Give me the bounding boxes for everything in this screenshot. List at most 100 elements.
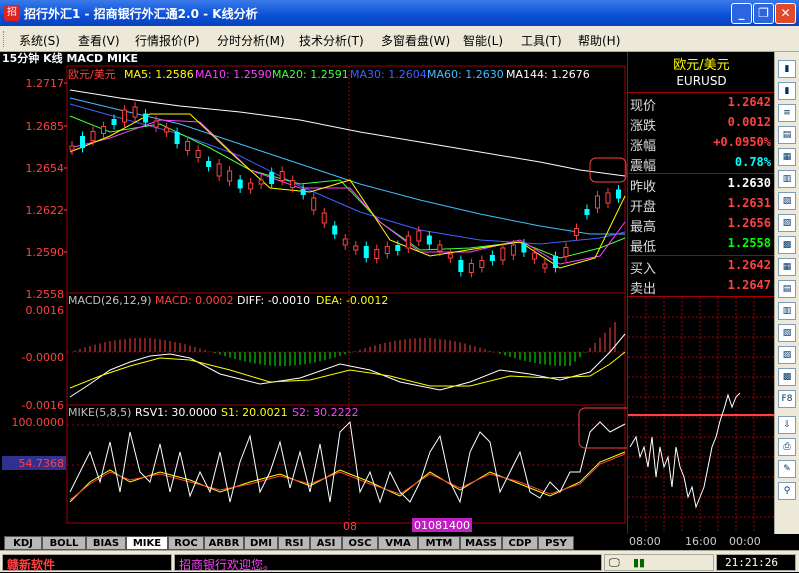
download-icon[interactable]: ⇩: [778, 416, 796, 434]
price-tick: 1.2622: [26, 204, 65, 217]
highlight-box-price: [589, 157, 627, 183]
toolbar-btn-2[interactable]: ▮: [778, 82, 796, 100]
toolbar-btn-f8[interactable]: F8: [778, 390, 796, 408]
tab-kdj[interactable]: KDJ: [4, 536, 42, 550]
toolbar-btn-8[interactable]: ▨: [778, 214, 796, 232]
quote-row-amplitude: 震幅 0.78%: [630, 155, 771, 174]
tab-mtm[interactable]: MTM: [418, 536, 460, 550]
ma20-label: MA20: 1.2591: [272, 68, 349, 81]
candle-body: [153, 120, 159, 128]
candle-body: [521, 243, 527, 253]
search-icon[interactable]: ⚲: [778, 482, 796, 500]
menu-technical[interactable]: 技术分析(T): [299, 32, 364, 49]
print-icon[interactable]: ⎙: [778, 438, 796, 456]
minimize-button[interactable]: _: [731, 3, 752, 24]
date-label: 08: [343, 520, 357, 533]
settings-icon[interactable]: ✎: [778, 460, 796, 478]
intraday-mini-chart[interactable]: [628, 297, 774, 533]
app-icon: 招: [4, 5, 20, 21]
tab-roc[interactable]: ROC: [168, 536, 204, 550]
toolbar-btn-12[interactable]: ▥: [778, 302, 796, 320]
monitor-icon[interactable]: 🖵: [609, 556, 620, 570]
menu-tools[interactable]: 工具(T): [521, 32, 562, 49]
ma144-label: MA144: 1.2676: [506, 68, 590, 81]
candle-body: [311, 197, 317, 211]
tab-rsi[interactable]: RSI: [278, 536, 310, 550]
quote-row-change-pct: 涨幅 +0.0950%: [630, 135, 771, 154]
toolbar-btn-4[interactable]: ▤: [778, 126, 796, 144]
rsv1-value: RSV1: 30.0000: [135, 406, 217, 419]
candle-body: [132, 106, 138, 118]
price-tick: 1.2685: [26, 120, 65, 133]
menu-multiwindow[interactable]: 多窗看盘(W): [381, 32, 450, 49]
candle-body: [605, 192, 611, 204]
window-title: 招行外汇1 - 招商银行外汇通2.0 - K线分析: [24, 7, 258, 21]
brand-pane: 赣新软件: [2, 554, 172, 572]
tab-vma[interactable]: VMA: [378, 536, 418, 550]
menu-intraday[interactable]: 分时分析(M): [217, 32, 285, 49]
toolbar-btn-9[interactable]: ▩: [778, 236, 796, 254]
menu-grip[interactable]: [3, 31, 6, 47]
candle-body: [615, 189, 621, 199]
toolbar-btn-7[interactable]: ▧: [778, 192, 796, 210]
clock-pane: 21:21:26: [716, 554, 796, 571]
quote-row-price: 现价 1.2642: [630, 95, 771, 114]
message-pane: 招商银行欢迎您。: [174, 554, 602, 572]
kline-chart-svg[interactable]: 15分钟 K线 MACD MIKE 欧元/美元 MA5: 1.2586 MA10…: [0, 52, 627, 534]
candle-body: [500, 247, 506, 261]
candle-body: [332, 225, 338, 235]
candle-body: [552, 256, 558, 268]
tab-psy[interactable]: PSY: [538, 536, 574, 550]
toolbar-btn-1[interactable]: ▮: [778, 60, 796, 78]
tab-osc[interactable]: OSC: [342, 536, 378, 550]
quote-row-bid: 买入 1.2642: [630, 258, 771, 277]
tab-arbr[interactable]: ARBR: [204, 536, 244, 550]
maximize-button[interactable]: ❐: [753, 3, 774, 24]
rsv1-line: [69, 420, 626, 504]
tab-mike[interactable]: MIKE: [126, 536, 168, 550]
candle-body: [353, 245, 359, 251]
toolbar-btn-5[interactable]: ▦: [778, 148, 796, 166]
menu-quotes[interactable]: 行情报价(P): [135, 32, 200, 49]
candle-body: [164, 127, 170, 133]
tab-mass[interactable]: MASS: [460, 536, 502, 550]
toolbar-btn-6[interactable]: ▥: [778, 170, 796, 188]
tab-asi[interactable]: ASI: [310, 536, 342, 550]
ma10-label: MA10: 1.2590: [195, 68, 272, 81]
menu-help[interactable]: 帮助(H): [578, 32, 620, 49]
highlight-box-mike: [578, 407, 627, 449]
price-tick: 1.2558: [26, 288, 65, 301]
macd-histogram: [74, 322, 616, 366]
tab-cdp[interactable]: CDP: [502, 536, 538, 550]
toolbar-btn-13[interactable]: ▧: [778, 324, 796, 342]
candle-body: [437, 244, 443, 252]
toolbar-btn-3[interactable]: ≡: [778, 104, 796, 122]
brand-label: 赣新软件: [7, 558, 56, 572]
tab-dmi[interactable]: DMI: [244, 536, 278, 550]
toolbar-btn-15[interactable]: ▩: [778, 368, 796, 386]
price-tick: 1.2590: [26, 246, 65, 259]
candle-body: [489, 255, 495, 261]
tab-boll[interactable]: BOLL: [42, 536, 86, 550]
toolbar-btn-11[interactable]: ▤: [778, 280, 796, 298]
quote-row-ask: 卖出 1.2647: [630, 278, 771, 297]
ma30-label: MA30: 1.2604: [350, 68, 427, 81]
candle-body: [594, 195, 600, 209]
candle-body: [300, 189, 306, 195]
status-icons: 🖵 ▮▮: [604, 554, 714, 571]
toolbar-btn-14[interactable]: ▨: [778, 346, 796, 364]
tab-bias[interactable]: BIAS: [86, 536, 126, 550]
status-bar: 赣新软件 招商银行欢迎您。 🖵 ▮▮ 21:21:26: [0, 550, 799, 572]
candle-body: [384, 246, 390, 254]
menu-system[interactable]: 系统(S): [19, 32, 60, 49]
mike-tick: 100.0000: [12, 416, 65, 429]
candle-body: [573, 228, 579, 236]
pair-label: 欧元/美元: [68, 68, 116, 81]
candle-body: [531, 252, 537, 260]
close-button[interactable]: ✕: [775, 3, 796, 24]
menu-smart[interactable]: 智能(L): [463, 32, 503, 49]
status-message: 招商银行欢迎您。: [179, 558, 276, 572]
menu-view[interactable]: 查看(V): [78, 32, 120, 49]
quote-row-change: 涨跌 0.0012: [630, 115, 771, 134]
toolbar-btn-10[interactable]: ▦: [778, 258, 796, 276]
